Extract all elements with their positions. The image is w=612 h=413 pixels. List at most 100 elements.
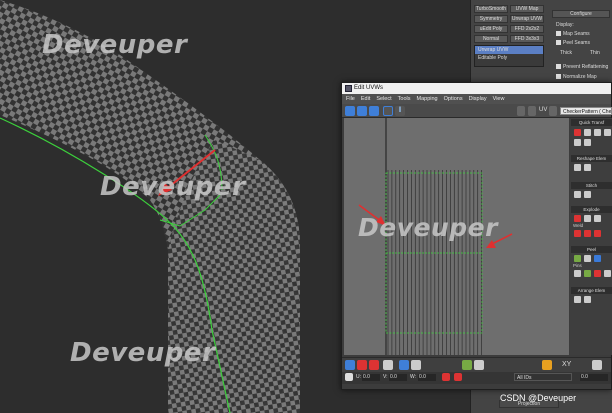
map-dropdown[interactable]: CheckerPattern ( Checker bbox=[560, 107, 612, 115]
uv-bottom-toolbar: XY bbox=[342, 357, 611, 372]
arrange-header[interactable]: Arrange Elem bbox=[571, 287, 612, 294]
straighten-icon[interactable] bbox=[574, 164, 581, 171]
pack-icon[interactable] bbox=[574, 296, 581, 303]
window-titlebar[interactable]: Edit UVWs bbox=[342, 83, 611, 94]
menu-options[interactable]: Options bbox=[444, 94, 463, 104]
unpin-icon[interactable] bbox=[584, 270, 591, 277]
edge-mode-icon[interactable] bbox=[357, 360, 367, 370]
modifier-button-uvw-map[interactable]: UVW Map bbox=[510, 5, 544, 13]
pin-icon[interactable] bbox=[574, 270, 581, 277]
flatten-icon[interactable] bbox=[594, 215, 601, 222]
zoom-field[interactable]: 0.0 bbox=[580, 374, 608, 381]
configure-rollout[interactable]: Configure bbox=[552, 10, 610, 18]
modifier-button-turbosmooth[interactable]: TurboSmooth bbox=[474, 5, 508, 13]
menu-file[interactable]: File bbox=[346, 94, 355, 104]
relax-icon[interactable] bbox=[584, 164, 591, 171]
peel-seams-checkbox[interactable]: Peel Seams bbox=[556, 40, 590, 46]
modifier-button-uedit-poly[interactable]: uEdit Poly bbox=[474, 25, 508, 33]
menu-tools[interactable]: Tools bbox=[398, 94, 411, 104]
u-field[interactable]: 0.0 bbox=[362, 374, 380, 381]
reshape-header[interactable]: Reshape Elem bbox=[571, 155, 612, 162]
align-icon[interactable] bbox=[574, 129, 581, 136]
menu-view[interactable]: View bbox=[493, 94, 505, 104]
freeform-tool-icon[interactable] bbox=[383, 106, 393, 116]
uv-canvas[interactable]: Deveuper bbox=[344, 118, 569, 355]
prevent-reflattening-checkbox[interactable]: Prevent Reflattening bbox=[556, 64, 608, 70]
weld-target-icon[interactable] bbox=[574, 230, 581, 237]
peel-mode-icon[interactable] bbox=[584, 255, 591, 262]
thin-radio[interactable]: Thin bbox=[590, 50, 600, 56]
thick-radio[interactable]: Thick bbox=[560, 50, 572, 56]
modifier-button-normal[interactable]: Normal bbox=[474, 35, 508, 43]
quick-peel-icon[interactable] bbox=[574, 255, 581, 262]
stack-item-unwrap-uvw[interactable]: Unwrap UVW bbox=[475, 46, 543, 54]
all-ids-dropdown[interactable]: All IDs bbox=[514, 373, 572, 381]
weld-selected-icon[interactable] bbox=[584, 230, 591, 237]
vertex-mode-icon[interactable] bbox=[345, 360, 355, 370]
mirror-tool-icon[interactable]: ‖ bbox=[395, 106, 405, 116]
modifier-stack[interactable]: Unwrap UVW Editable Poly bbox=[474, 45, 544, 67]
align-v-icon[interactable] bbox=[594, 129, 601, 136]
stack-item-editable-poly[interactable]: Editable Poly bbox=[475, 54, 543, 62]
quick-transform-header[interactable]: Quick Transf bbox=[571, 119, 612, 126]
detach-icon[interactable] bbox=[584, 215, 591, 222]
uv-tools-panel: Quick Transf Reshape Elem Stitch Explode… bbox=[570, 118, 612, 355]
auto-pin-icon[interactable] bbox=[594, 270, 601, 277]
align-x-icon[interactable] bbox=[604, 129, 611, 136]
modifier-button-ffd-3x3x3[interactable]: FFD 3x3x3 bbox=[510, 35, 544, 43]
modifier-button-symmetry[interactable]: Symmetry bbox=[474, 15, 508, 23]
menu-edit[interactable]: Edit bbox=[361, 94, 370, 104]
watermark-text: Deveuper bbox=[42, 30, 188, 60]
v-field[interactable]: 0.0 bbox=[389, 374, 407, 381]
app-icon bbox=[345, 85, 352, 92]
ring-icon[interactable] bbox=[474, 360, 484, 370]
w-field[interactable]: 0.0 bbox=[418, 374, 436, 381]
weld-all-icon[interactable] bbox=[594, 230, 601, 237]
loop-icon[interactable] bbox=[462, 360, 472, 370]
peel-header[interactable]: Peel bbox=[571, 246, 612, 253]
map-seams-checkbox[interactable]: Map Seams bbox=[556, 31, 590, 37]
credit-text: CSDN @Deveuper bbox=[500, 393, 577, 403]
rotate-tool-icon[interactable] bbox=[357, 106, 367, 116]
break-icon[interactable] bbox=[574, 215, 581, 222]
shrink-icon[interactable] bbox=[411, 360, 421, 370]
rotate-cw-icon[interactable] bbox=[584, 139, 591, 146]
element-mode-icon[interactable] bbox=[383, 360, 393, 370]
pack-custom-icon[interactable] bbox=[584, 296, 591, 303]
grid-icon[interactable] bbox=[528, 106, 536, 116]
menu-bar: File Edit Select Tools Mapping Options D… bbox=[342, 94, 611, 104]
scale-tool-icon[interactable] bbox=[369, 106, 379, 116]
watermark-text: Deveuper bbox=[70, 338, 216, 368]
lock-icon[interactable] bbox=[442, 373, 450, 381]
menu-select[interactable]: Select bbox=[376, 94, 391, 104]
soft-select-icon[interactable] bbox=[542, 360, 552, 370]
modifier-button-ffd-2x2x2[interactable]: FFD 2x2x2 bbox=[510, 25, 544, 33]
stitch-target-icon[interactable] bbox=[584, 191, 591, 198]
explode-header[interactable]: Explode bbox=[571, 206, 612, 213]
menu-mapping[interactable]: Mapping bbox=[417, 94, 438, 104]
pan-icon[interactable] bbox=[592, 360, 602, 370]
select-pins-icon[interactable] bbox=[604, 270, 611, 277]
display-label: Display: bbox=[556, 22, 574, 28]
absolute-mode-icon[interactable] bbox=[345, 373, 353, 381]
menu-display[interactable]: Display bbox=[469, 94, 487, 104]
normalize-map-checkbox[interactable]: Normalize Map bbox=[556, 74, 597, 80]
checker-icon[interactable] bbox=[517, 106, 525, 116]
stitch-header[interactable]: Stitch bbox=[571, 182, 612, 189]
edit-uvws-window[interactable]: Edit UVWs File Edit Select Tools Mapping… bbox=[341, 82, 612, 390]
lscm-icon[interactable] bbox=[594, 255, 601, 262]
pins-label: Pins bbox=[573, 263, 582, 268]
watermark-text: Deveuper bbox=[100, 172, 246, 202]
uv-mode-icon[interactable] bbox=[549, 106, 557, 116]
stitch-source-icon[interactable] bbox=[574, 191, 581, 198]
modifier-button-unwrap-uvw[interactable]: Unwrap UVW bbox=[510, 15, 544, 23]
filter-icon[interactable] bbox=[454, 373, 462, 381]
align-h-icon[interactable] bbox=[584, 129, 591, 136]
move-tool-icon[interactable] bbox=[345, 106, 355, 116]
uv-toolbar: ‖ UV CheckerPattern ( Checker bbox=[342, 104, 612, 118]
face-mode-icon[interactable] bbox=[369, 360, 379, 370]
rotate-ccw-icon[interactable] bbox=[574, 139, 581, 146]
weld-label: Weld bbox=[573, 223, 584, 228]
grow-icon[interactable] bbox=[399, 360, 409, 370]
window-title: Edit UVWs bbox=[354, 85, 384, 91]
